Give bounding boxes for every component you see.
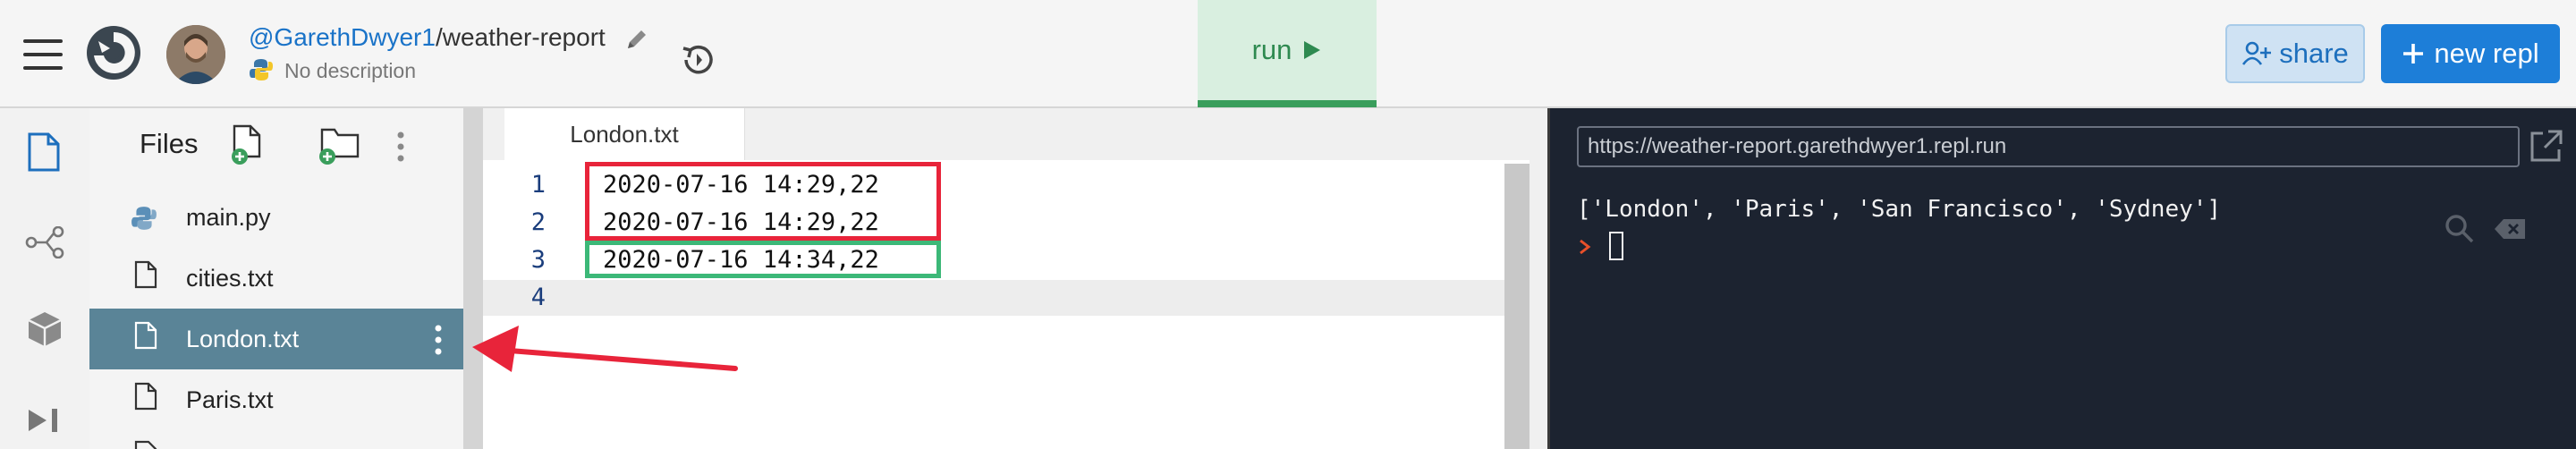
edit-pencil-icon[interactable] [624, 27, 649, 56]
code-editor[interactable]: London.txt 1 2020-07-16 14:29,22 2 2020-… [483, 108, 1547, 449]
file-label: London.txt [186, 325, 300, 352]
share-label: share [2279, 38, 2349, 69]
repo-owner-link[interactable]: @GarethDwyer1 [249, 23, 436, 51]
python-language-icon [249, 57, 274, 87]
prompt-chevron-icon [1579, 239, 1591, 259]
avatar[interactable] [166, 25, 225, 84]
file-item-london-txt[interactable]: London.txt [89, 309, 463, 369]
replit-logo-icon[interactable] [84, 23, 143, 87]
file-more-options-icon[interactable] [435, 325, 442, 355]
console-output: ['London', 'Paris', 'San Francisco', 'Sy… [1577, 196, 2222, 223]
repl-workspace: @GarethDwyer1/weather-report No descript… [0, 0, 2576, 449]
history-icon[interactable] [678, 39, 719, 85]
clear-console-icon[interactable] [2493, 217, 2527, 245]
green-highlight-box [585, 241, 941, 278]
repo-separator: / [435, 23, 443, 51]
file-icon [134, 439, 157, 449]
menu-icon[interactable] [23, 39, 63, 70]
new-repl-button[interactable]: new repl [2381, 24, 2560, 83]
debugger-icon[interactable] [27, 407, 63, 438]
python-file-icon [131, 207, 157, 230]
file-icon [134, 382, 157, 411]
annotation-arrow [472, 326, 738, 372]
new-repl-label: new repl [2434, 38, 2539, 69]
file-label: Paris.txt [186, 385, 274, 413]
top-header: @GarethDwyer1/weather-report No descript… [0, 0, 2576, 108]
console-panel[interactable]: https://weather-report.garethdwyer1.repl… [1550, 108, 2576, 449]
file-label: cities.txt [186, 264, 274, 292]
repo-title: @GarethDwyer1/weather-report [249, 23, 606, 52]
files-panel-title: Files [140, 128, 199, 159]
play-icon [1304, 41, 1321, 59]
repo-name[interactable]: weather-report [443, 23, 606, 51]
tab-london-txt[interactable]: London.txt [504, 108, 745, 160]
run-label: run [1251, 34, 1292, 65]
line-number: 4 [530, 284, 546, 311]
line-number: 2 [530, 208, 546, 236]
files-panel: Files main.py cities.txt London.txt Pari… [89, 108, 463, 449]
files-icon[interactable] [27, 131, 61, 177]
file-label: main.py [186, 203, 271, 231]
sidebar-rail [0, 108, 90, 449]
line-number: 3 [530, 246, 546, 274]
editor-scrollbar[interactable] [1504, 164, 1530, 449]
editor-tab-bar: London.txt [483, 108, 1547, 160]
file-icon [134, 260, 157, 289]
add-file-icon[interactable] [231, 124, 267, 170]
packages-icon[interactable] [27, 310, 63, 352]
version-control-icon[interactable] [25, 225, 64, 263]
open-in-new-tab-icon[interactable] [2529, 128, 2564, 168]
plus-icon [2403, 44, 2424, 64]
run-button[interactable]: run [1198, 0, 1377, 107]
files-more-options-icon[interactable] [397, 131, 404, 166]
panel-resize-handle[interactable] [463, 108, 483, 449]
webview-url-field[interactable]: https://weather-report.garethdwyer1.repl… [1577, 126, 2520, 167]
console-cursor [1609, 232, 1623, 260]
file-item-paris-txt[interactable]: Paris.txt [89, 369, 463, 430]
file-icon [134, 321, 157, 350]
repo-description[interactable]: No description [284, 59, 416, 83]
file-item-cities-txt[interactable]: cities.txt [89, 248, 463, 309]
file-item-main-py[interactable]: main.py [89, 187, 463, 248]
add-folder-icon[interactable] [317, 126, 361, 170]
add-user-icon [2242, 41, 2272, 65]
line-number: 1 [530, 171, 546, 199]
red-highlight-box [585, 162, 941, 241]
editor-scrollbar-track [1530, 160, 1547, 449]
share-button[interactable]: share [2225, 24, 2365, 83]
search-icon[interactable] [2445, 214, 2475, 249]
current-line-highlight [483, 280, 1504, 316]
